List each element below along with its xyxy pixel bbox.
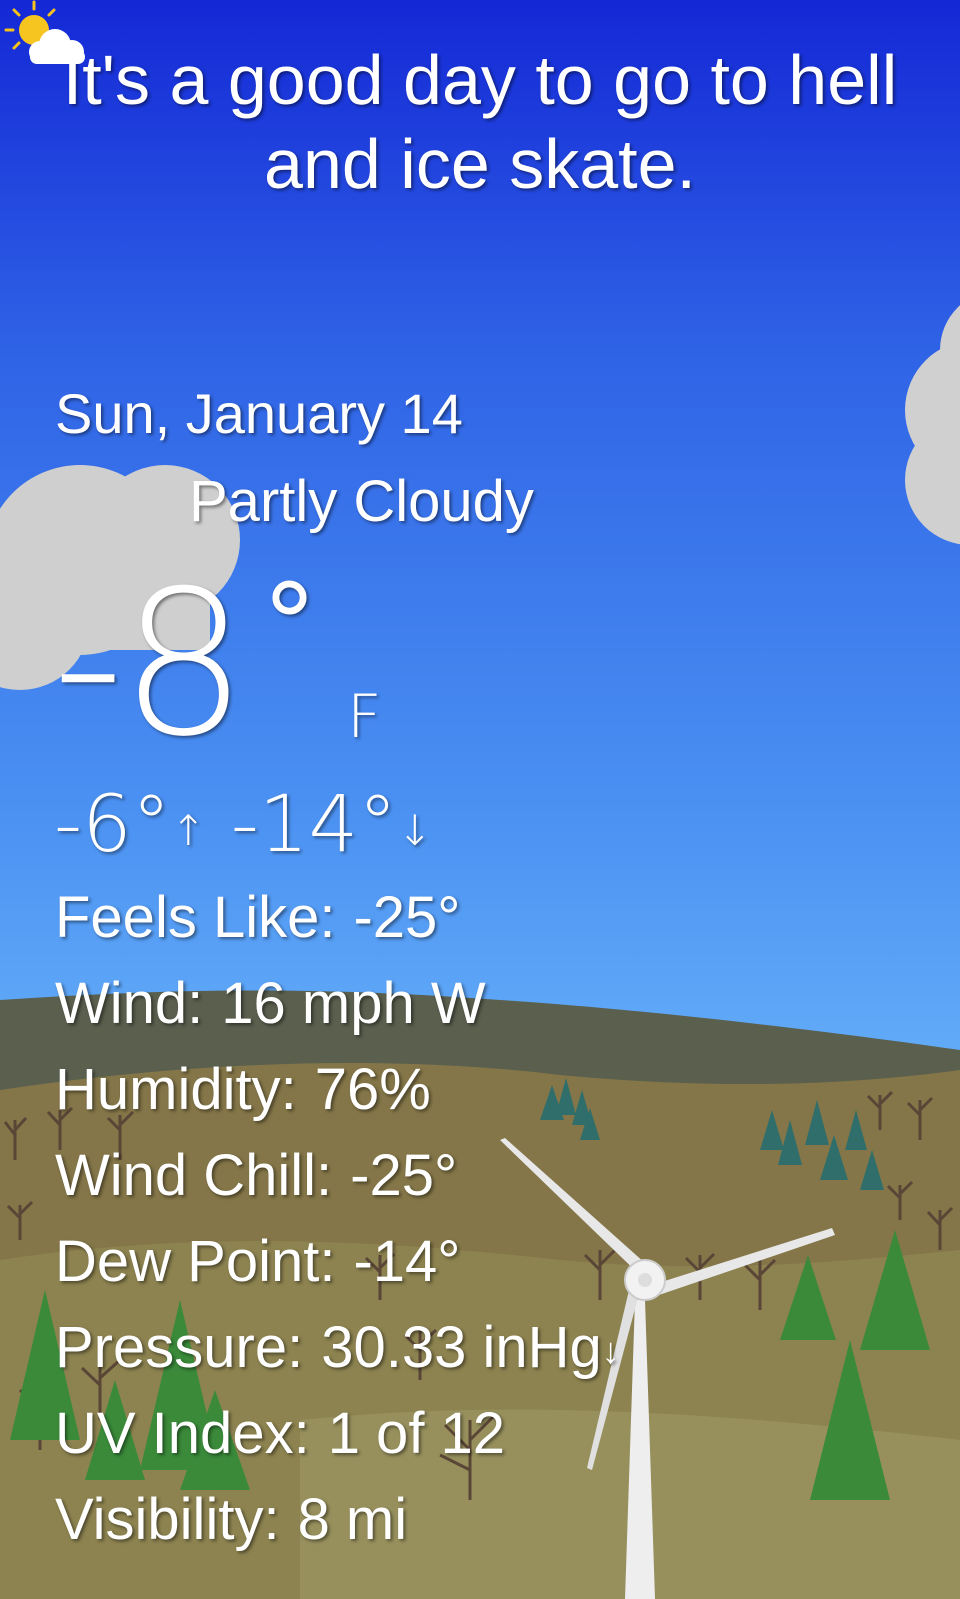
feels-like-row: Feels Like: -25° [55, 884, 461, 951]
high-low-temperatures: -6°↑ -14°↓ [54, 780, 432, 870]
pressure-row: Pressure: 30.33 inHg↓ [55, 1314, 620, 1381]
feels-like-value: -25° [353, 885, 461, 950]
wind-row: Wind: 16 mph W [55, 970, 486, 1037]
degree-symbol: ° [262, 560, 317, 688]
uv-index-value: 1 of 12 [327, 1401, 506, 1466]
forecast-date: Sun, January 14 [55, 382, 463, 445]
wind-chill-row: Wind Chill: -25° [55, 1142, 457, 1209]
humidity-row: Humidity: 76% [55, 1056, 431, 1123]
down-arrow-icon: ↓ [397, 806, 433, 855]
high-temperature: -6° [54, 780, 171, 870]
current-temperature: -8 [52, 548, 247, 781]
dew-point-label: Dew Point: [55, 1229, 336, 1294]
dew-point-value: -14° [353, 1229, 461, 1294]
humidity-value: 76% [314, 1057, 431, 1122]
weather-screen: It's a good day to go to hell and ice sk… [0, 0, 960, 1599]
visibility-value: 8 mi [297, 1487, 408, 1552]
visibility-label: Visibility: [55, 1487, 280, 1552]
partly-cloudy-icon [4, 0, 85, 64]
uv-index-row: UV Index: 1 of 12 [55, 1400, 505, 1467]
uv-index-label: UV Index: [55, 1401, 310, 1466]
low-temperature: -14° [230, 780, 398, 870]
humidity-label: Humidity: [55, 1057, 297, 1122]
feels-like-label: Feels Like: [55, 885, 336, 950]
wind-chill-value: -25° [350, 1143, 458, 1208]
pressure-falling-icon: ↓ [601, 1330, 620, 1371]
up-arrow-icon: ↑ [170, 806, 206, 855]
pressure-value: 30.33 inHg [321, 1315, 602, 1380]
wind-value: 16 mph W [221, 971, 486, 1036]
visibility-row: Visibility: 8 mi [55, 1486, 407, 1553]
temperature-unit: F [347, 682, 382, 752]
wind-label: Wind: [55, 971, 204, 1036]
cloud-right [905, 305, 960, 545]
dew-point-row: Dew Point: -14° [55, 1228, 461, 1295]
condition-text: Partly Cloudy [189, 469, 534, 534]
headline-message: It's a good day to go to hell and ice sk… [62, 41, 898, 203]
pressure-label: Pressure: [55, 1315, 304, 1380]
wind-chill-label: Wind Chill: [55, 1143, 333, 1208]
